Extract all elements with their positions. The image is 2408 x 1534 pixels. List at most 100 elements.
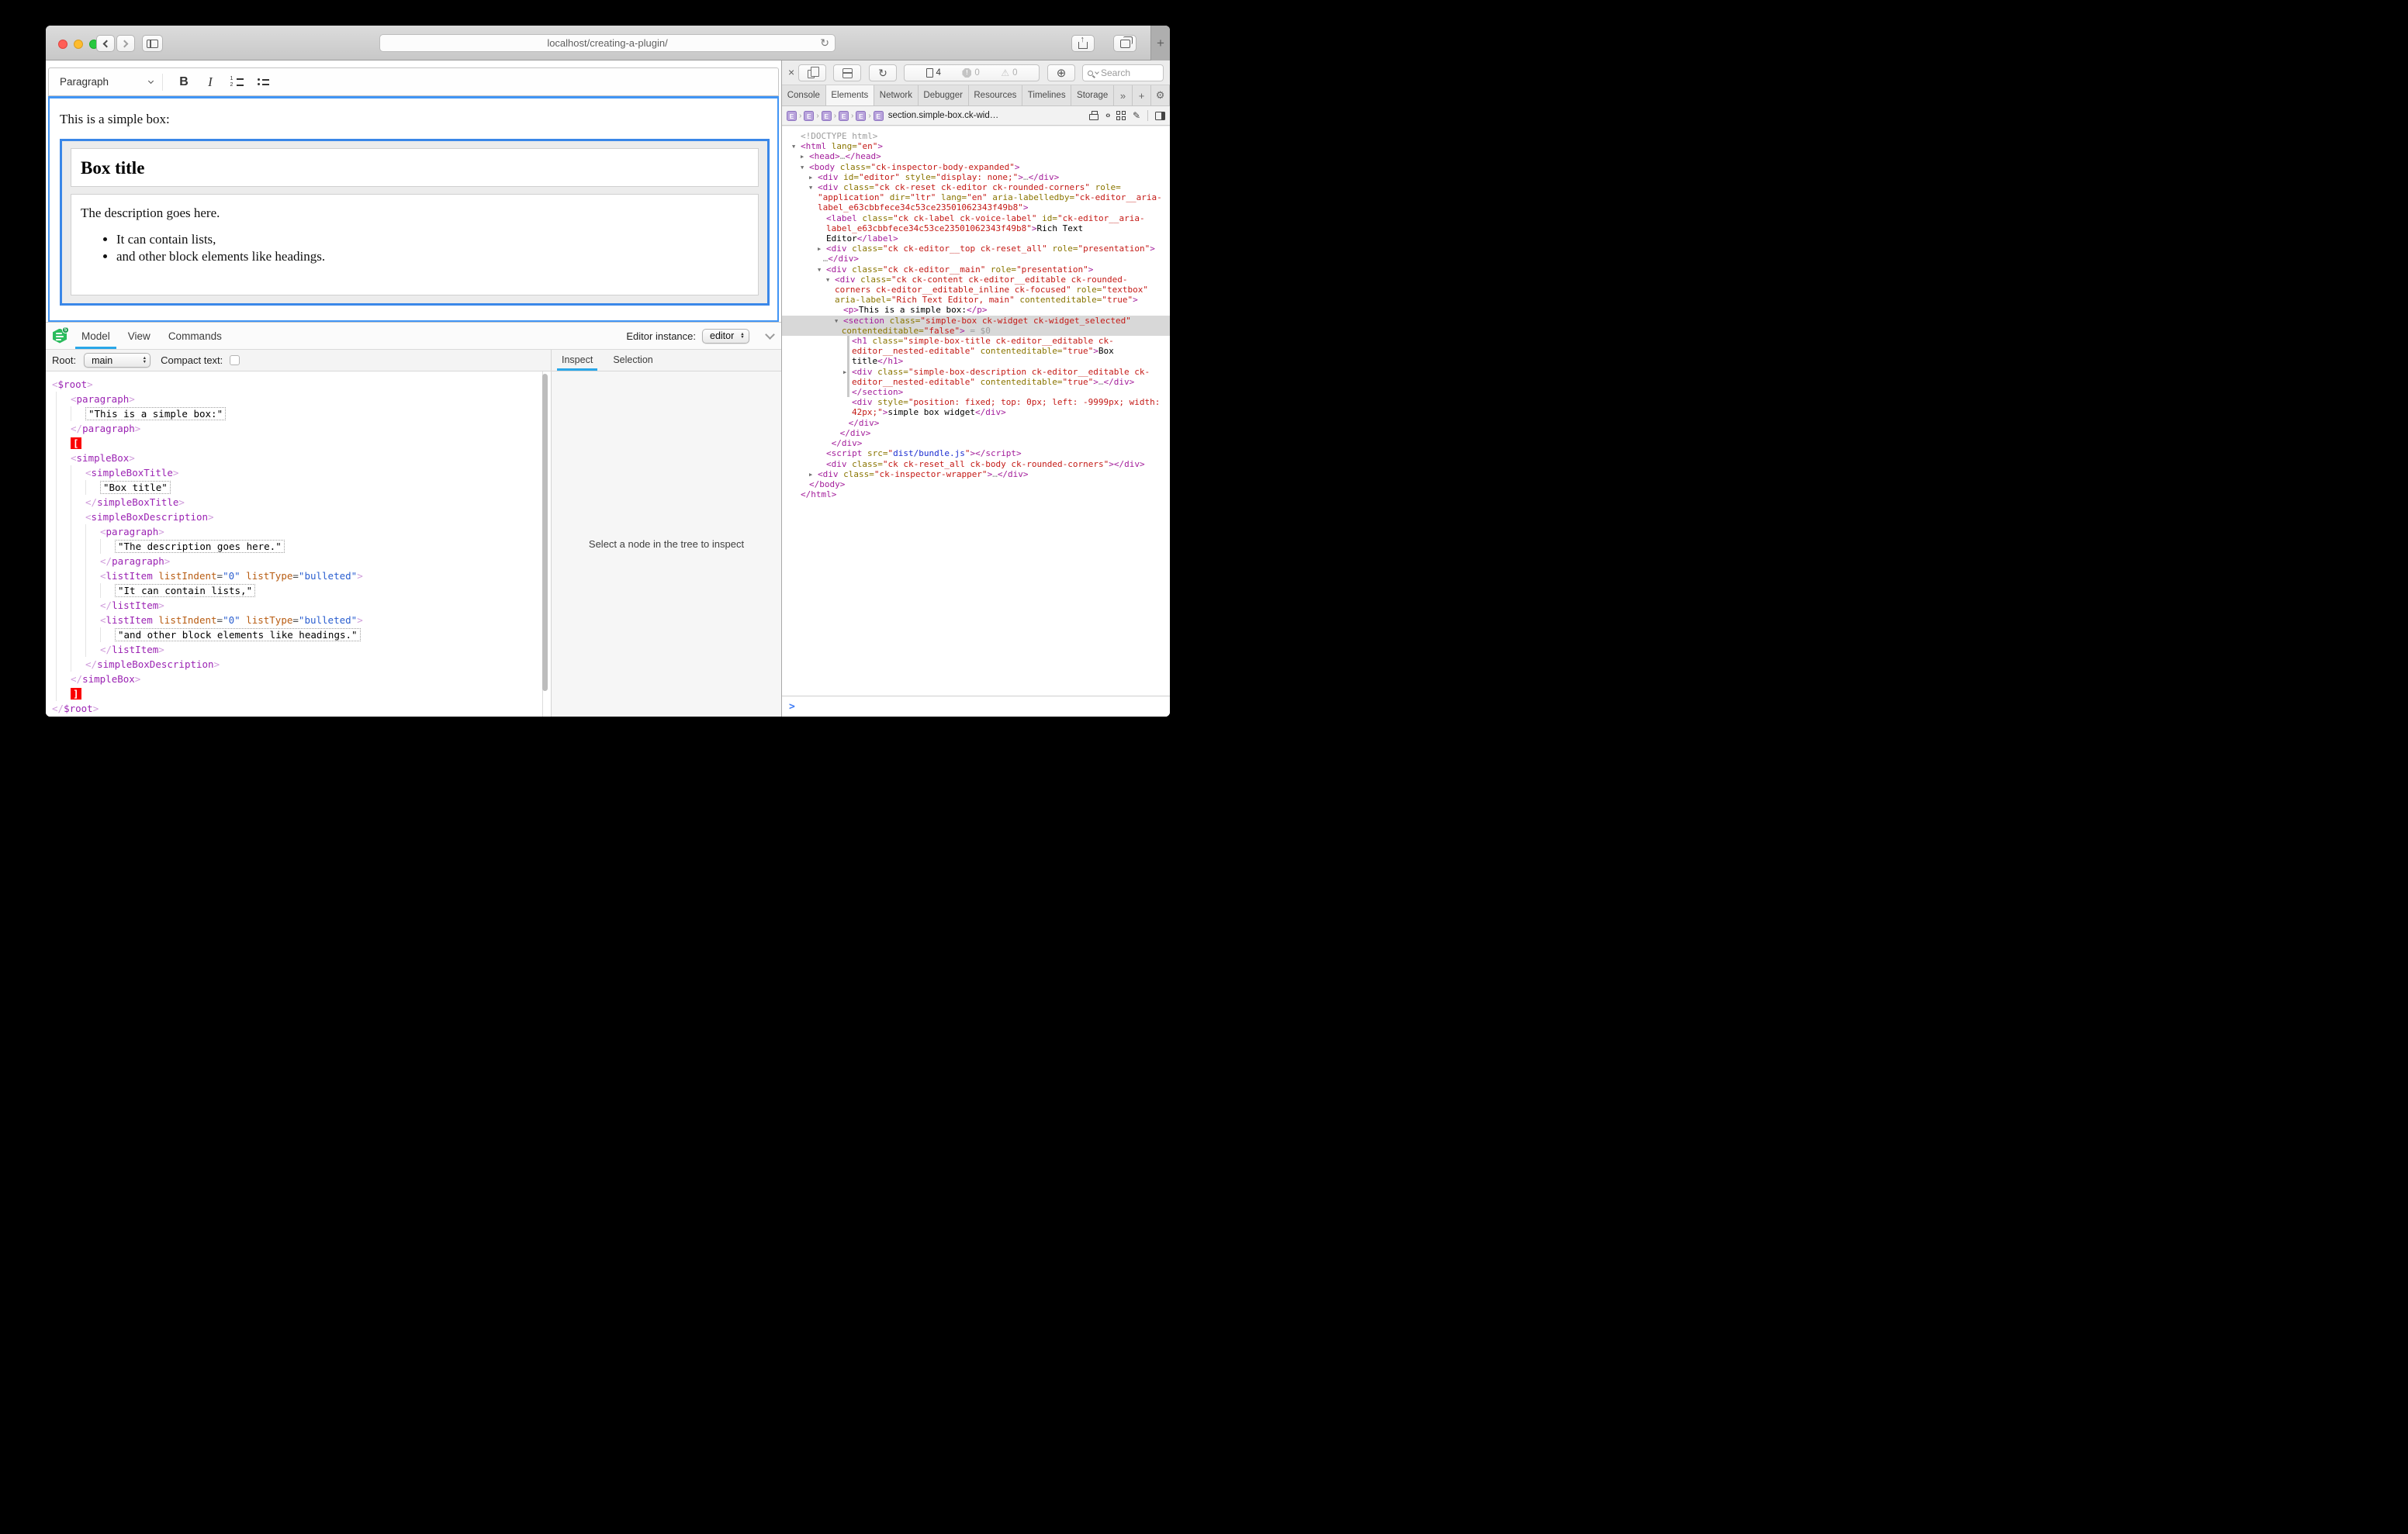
dom-tree-line[interactable]: Editor</label> <box>782 233 1170 244</box>
dom-tree-line[interactable]: <h1 class="simple-box-title ck-editor__e… <box>782 336 1170 346</box>
model-tree-line[interactable]: <simpleBoxDescription> <box>52 510 551 524</box>
collapse-inspector-icon[interactable] <box>765 330 775 340</box>
dom-tree-line[interactable]: ▼<html lang="en"> <box>782 141 1170 151</box>
model-tree-line[interactable]: </listItem> <box>52 642 551 657</box>
dom-tree-line[interactable]: ▼<div class="ck ck-reset ck-editor ck-ro… <box>782 182 1170 192</box>
dom-tree-line[interactable]: </body> <box>782 479 1170 489</box>
bullet-item[interactable]: and other block elements like headings. <box>116 249 758 264</box>
widget-bullets[interactable]: It can contain lists, and other block ele… <box>81 232 758 264</box>
dom-tree-line[interactable]: ▶<div class="simple-box-description ck-e… <box>782 367 1170 377</box>
layout-grid-icon[interactable] <box>1116 111 1126 120</box>
dom-tree-line[interactable]: ▶<head>…</head> <box>782 151 1170 161</box>
address-bar[interactable]: localhost/creating-a-plugin/ ↻ <box>379 34 836 52</box>
devtools-tab-elements[interactable]: Elements <box>826 85 874 105</box>
dom-tree-line[interactable]: corners ck-editor__editable_inline ck-fo… <box>782 285 1170 295</box>
editor-content[interactable]: This is a simple box: Box title The desc… <box>48 96 779 322</box>
model-tree[interactable]: <$root><paragraph>"This is a simple box:… <box>46 371 551 717</box>
model-tree-line[interactable]: ] <box>52 686 551 701</box>
reload-icon[interactable]: ↻ <box>820 36 829 50</box>
devtools-tab-console[interactable]: Console <box>782 85 826 105</box>
source-code-icon[interactable]: ‹› <box>1105 111 1109 120</box>
dom-tree-line[interactable]: ▶<div class="ck ck-editor__top ck-reset_… <box>782 244 1170 254</box>
dom-tree-line[interactable]: </section> <box>782 387 1170 397</box>
devtools-tab-storage[interactable]: Storage <box>1071 85 1114 105</box>
close-devtools-button[interactable]: × <box>788 66 794 78</box>
model-tree-line[interactable]: <$root> <box>52 377 551 392</box>
dom-tree-line[interactable]: <p>This is a simple box:</p> <box>782 305 1170 315</box>
dock-side-button[interactable] <box>833 64 861 81</box>
settings-gear-icon[interactable]: ⚙ <box>1151 85 1170 105</box>
new-tab-button[interactable]: + <box>1150 26 1170 60</box>
editor-instance-select[interactable]: editor ▲▼ <box>702 329 749 344</box>
dom-tree-line[interactable]: <label class="ck ck-label ck-voice-label… <box>782 213 1170 223</box>
model-tree-line[interactable]: <paragraph> <box>52 392 551 406</box>
devtools-tab-resources[interactable]: Resources <box>969 85 1022 105</box>
inspector-tab-model[interactable]: Model <box>80 323 112 349</box>
scrollbar-thumb[interactable] <box>542 374 548 691</box>
element-badge[interactable]: E <box>804 111 814 121</box>
resource-status-group[interactable]: 4 !0 ⚠0 <box>904 64 1040 81</box>
model-tree-line[interactable]: </listItem> <box>52 598 551 613</box>
close-window-button[interactable] <box>58 40 67 49</box>
inspector-tab-view[interactable]: View <box>126 323 152 349</box>
detach-button[interactable] <box>798 64 826 81</box>
model-tree-line[interactable]: <paragraph> <box>52 524 551 539</box>
element-badge[interactable]: E <box>822 111 832 121</box>
model-tree-line[interactable]: "and other block elements like headings.… <box>52 627 551 642</box>
dom-tree-line[interactable]: editor__nested-editable" contenteditable… <box>782 377 1170 387</box>
model-tree-line[interactable]: "This is a simple box:" <box>52 406 551 421</box>
add-tab-icon[interactable]: + <box>1133 85 1151 105</box>
reload-page-button[interactable]: ↻ <box>869 64 897 81</box>
minimize-window-button[interactable] <box>74 40 83 49</box>
dom-tree-line[interactable]: ▼<body class="ck-inspector-body-expanded… <box>782 162 1170 172</box>
root-select[interactable]: main ▲▼ <box>84 353 150 368</box>
dom-tree-line[interactable]: </div> <box>782 418 1170 428</box>
print-icon[interactable] <box>1089 114 1098 120</box>
tab-overview-button[interactable] <box>1113 35 1137 52</box>
simple-box-description-field[interactable]: The description goes here. It can contai… <box>71 194 759 295</box>
back-button[interactable] <box>96 35 115 52</box>
dom-tree[interactable]: <!DOCTYPE html>▼<html lang="en">▶<head>…… <box>782 126 1170 696</box>
dom-tree-line[interactable]: title</h1> <box>782 356 1170 366</box>
element-badge[interactable]: E <box>874 111 884 121</box>
numbered-list-button[interactable]: 1 2 <box>225 72 248 92</box>
dom-tree-line[interactable]: <div class="ck ck-reset_all ck-body ck-r… <box>782 459 1170 469</box>
model-tree-line[interactable]: "It can contain lists," <box>52 583 551 598</box>
dom-tree-line[interactable]: </div> <box>782 438 1170 448</box>
dom-tree-line[interactable]: label_e63cbbfece34c53ce23501062343f49b8"… <box>782 223 1170 233</box>
dom-tree-line[interactable]: label_e63cbbfece34c53ce23501062343f49b8"… <box>782 202 1170 212</box>
dom-tree-line[interactable]: <div style="position: fixed; top: 0px; l… <box>782 397 1170 407</box>
dom-tree-line[interactable]: "application" dir="ltr" lang="en" aria-l… <box>782 192 1170 202</box>
simple-box-widget[interactable]: Box title The description goes here. It … <box>60 139 770 306</box>
model-tree-line[interactable]: </simpleBoxTitle> <box>52 495 551 510</box>
bullet-item[interactable]: It can contain lists, <box>116 232 758 247</box>
heading-dropdown[interactable]: Paragraph <box>60 72 159 92</box>
dom-tree-line[interactable]: ▶<div class="ck-inspector-wrapper">…</di… <box>782 469 1170 479</box>
dom-tree-line[interactable]: aria-label="Rich Text Editor, main" cont… <box>782 295 1170 305</box>
element-badge[interactable]: E <box>787 111 797 121</box>
intro-paragraph[interactable]: This is a simple box: <box>60 112 767 127</box>
bulleted-list-button[interactable] <box>251 72 275 92</box>
model-tree-line[interactable]: <simpleBoxTitle> <box>52 465 551 480</box>
sidebar-button[interactable] <box>142 35 163 52</box>
description-text[interactable]: The description goes here. <box>81 206 758 221</box>
dom-tree-line[interactable]: ▼<section class="simple-box ck-widget ck… <box>782 316 1170 326</box>
share-button[interactable] <box>1071 35 1095 52</box>
dom-tree-line[interactable]: </div> <box>782 428 1170 438</box>
box-title-text[interactable]: Box title <box>71 149 758 178</box>
dom-tree-line[interactable]: ▼<div class="ck ck-content ck-editor__ed… <box>782 275 1170 285</box>
breadcrumb-selected-node[interactable]: section.simple-box.ck-wid… <box>888 111 999 120</box>
dom-tree-line[interactable]: ▶<div id="editor" style="display: none;"… <box>782 172 1170 182</box>
inspector-tab-commands[interactable]: Commands <box>167 323 223 349</box>
model-tree-line[interactable]: </paragraph> <box>52 421 551 436</box>
element-badge[interactable]: E <box>839 111 849 121</box>
element-badge[interactable]: E <box>856 111 866 121</box>
model-tree-line[interactable]: "The description goes here." <box>52 539 551 554</box>
dom-tree-line[interactable]: </html> <box>782 489 1170 499</box>
devtools-tab-debugger[interactable]: Debugger <box>919 85 969 105</box>
quick-console[interactable]: > <box>782 696 1170 717</box>
model-tree-line[interactable]: <listItem listIndent="0" listType="bulle… <box>52 568 551 583</box>
dom-tree-line[interactable]: <!DOCTYPE html> <box>782 131 1170 141</box>
model-tree-line[interactable]: </paragraph> <box>52 554 551 568</box>
model-tree-line[interactable]: </$root> <box>52 701 551 716</box>
